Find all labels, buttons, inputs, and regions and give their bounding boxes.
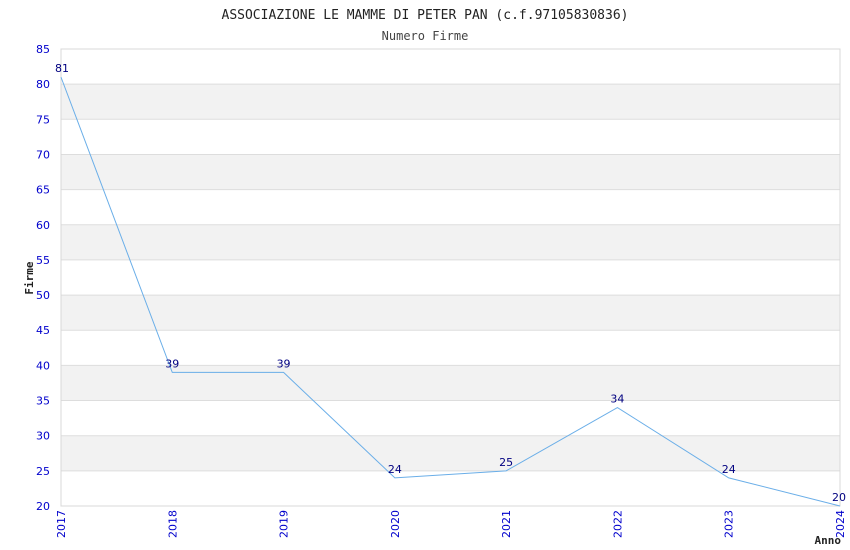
x-tick-label: 2021 xyxy=(500,510,513,538)
y-tick-label: 30 xyxy=(36,430,50,443)
y-tick-label: 50 xyxy=(36,289,50,302)
x-axis-title: Anno xyxy=(815,534,842,547)
y-axis-ticks: 20 25 30 35 40 45 50 55 60 65 70 75 80 85 xyxy=(36,43,50,513)
data-label: 24 xyxy=(388,463,402,476)
background-band xyxy=(61,224,840,260)
data-label: 34 xyxy=(610,393,624,406)
x-axis-ticks: 2017 2018 2019 2020 2021 2022 2023 2024 xyxy=(55,510,847,538)
x-tick-label: 2019 xyxy=(278,510,291,538)
x-tick-label: 2018 xyxy=(166,510,179,538)
background-band xyxy=(61,295,840,331)
data-label: 39 xyxy=(277,357,291,370)
data-label: 24 xyxy=(722,463,736,476)
data-label: 81 xyxy=(55,62,69,75)
chart-subtitle: Numero Firme xyxy=(382,29,469,43)
data-label: 39 xyxy=(165,357,179,370)
y-tick-label: 65 xyxy=(36,184,50,197)
y-tick-label: 75 xyxy=(36,113,50,126)
y-tick-label: 60 xyxy=(36,219,50,232)
line-chart: 20 25 30 35 40 45 50 55 60 65 70 75 80 85 2017 2018 201… xyxy=(23,8,847,547)
x-tick-label: 2020 xyxy=(389,510,402,538)
background-band xyxy=(61,154,840,190)
x-tick-label: 2017 xyxy=(55,510,68,538)
y-axis-title: Firme xyxy=(23,261,36,294)
y-tick-label: 80 xyxy=(36,78,50,91)
y-tick-label: 40 xyxy=(36,359,50,372)
x-tick-label: 2023 xyxy=(723,510,736,538)
data-label: 20 xyxy=(832,491,846,504)
y-tick-label: 85 xyxy=(36,43,50,56)
y-tick-label: 70 xyxy=(36,148,50,161)
y-tick-label: 35 xyxy=(36,395,50,408)
background-band xyxy=(61,365,840,401)
chart-title: ASSOCIAZIONE LE MAMME DI PETER PAN (c.f.… xyxy=(222,8,629,23)
y-tick-label: 20 xyxy=(36,500,50,513)
background-band xyxy=(61,84,840,120)
y-tick-label: 25 xyxy=(36,465,50,478)
data-label: 25 xyxy=(499,456,513,469)
y-tick-label: 45 xyxy=(36,324,50,337)
background-bands xyxy=(61,84,840,471)
x-tick-label: 2022 xyxy=(611,510,624,538)
y-tick-label: 55 xyxy=(36,254,50,267)
